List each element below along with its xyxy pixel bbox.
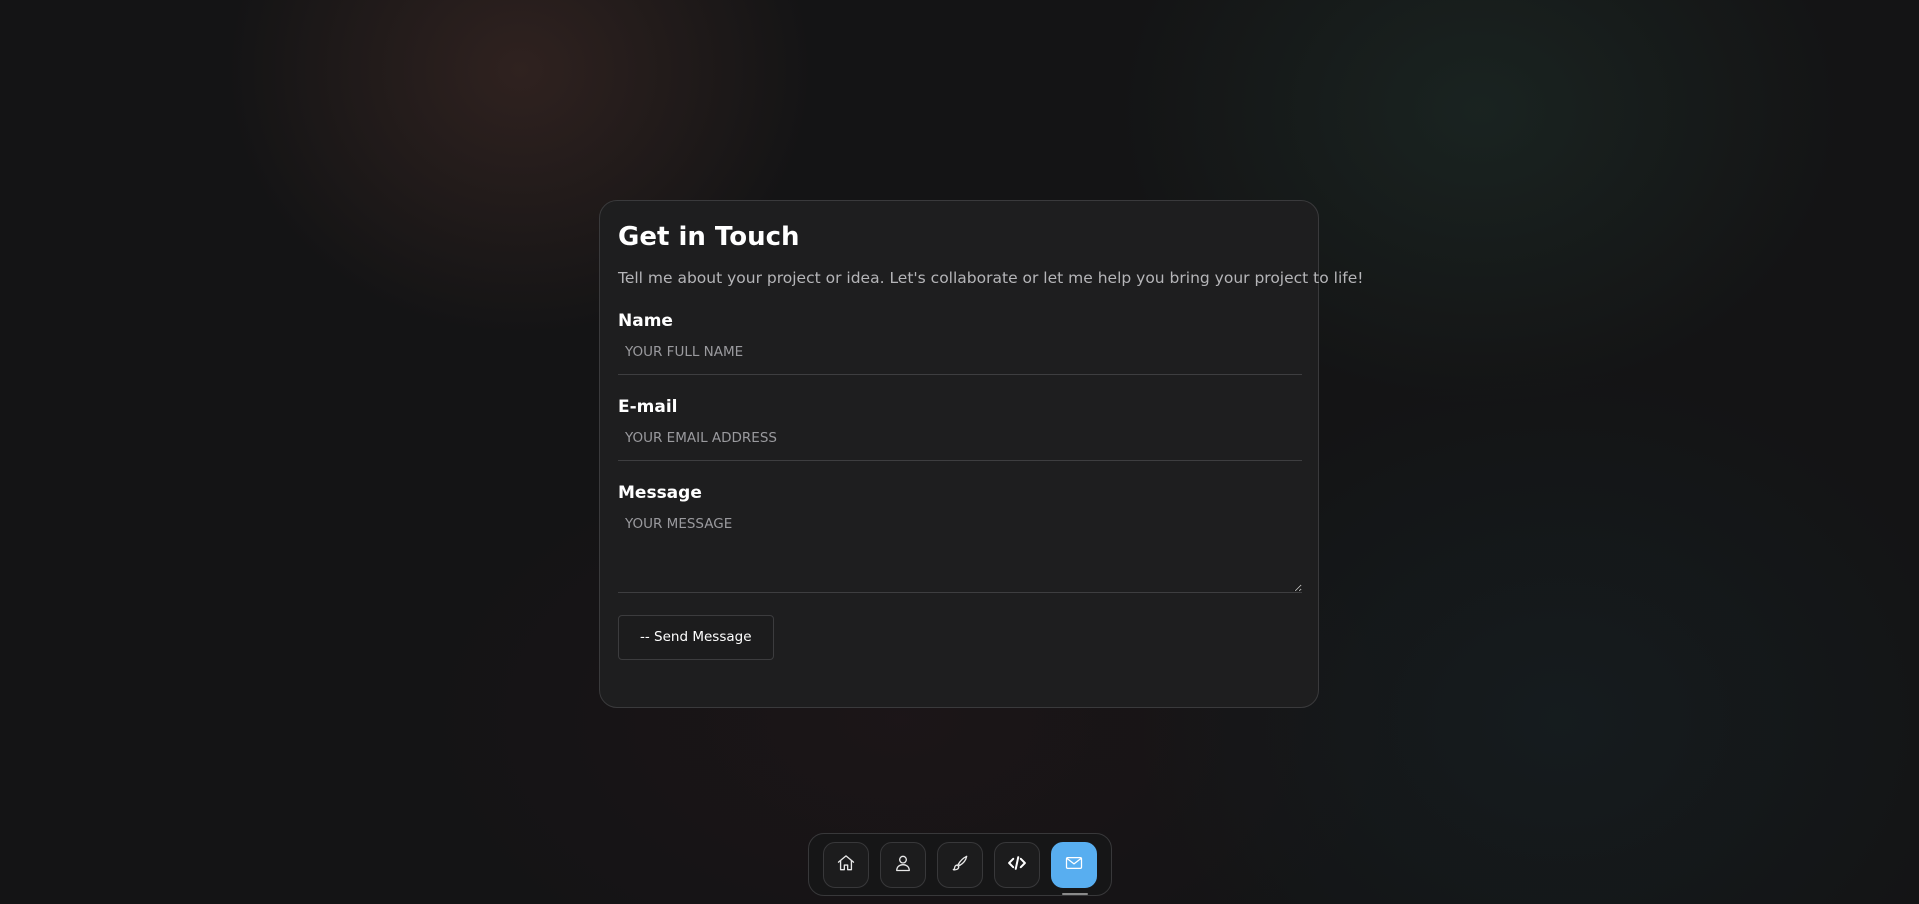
dock-about-button[interactable] bbox=[880, 841, 926, 888]
contact-card: Get in Touch Tell me about your project … bbox=[599, 200, 1364, 708]
page-title: Get in Touch bbox=[618, 222, 800, 252]
email-group: E-mail bbox=[618, 395, 1302, 461]
email-label: E-mail bbox=[618, 397, 678, 417]
message-group: Message bbox=[618, 481, 1302, 593]
message-label: Message bbox=[618, 483, 702, 503]
dock-contact-button[interactable] bbox=[1051, 841, 1097, 895]
page-subtitle: Tell me about your project or idea. Let'… bbox=[618, 269, 1364, 287]
name-group: Name bbox=[618, 309, 1302, 375]
mail-icon bbox=[1064, 853, 1084, 877]
bottom-dock bbox=[808, 833, 1112, 896]
name-input[interactable] bbox=[618, 333, 1302, 375]
email-input[interactable] bbox=[618, 419, 1302, 461]
brush-icon bbox=[950, 853, 970, 877]
send-message-button[interactable]: -- Send Message bbox=[618, 615, 774, 660]
dock-code-button[interactable] bbox=[994, 841, 1040, 888]
dock-design-button[interactable] bbox=[937, 841, 983, 888]
name-label: Name bbox=[618, 311, 673, 331]
user-icon bbox=[893, 853, 913, 877]
home-icon bbox=[836, 853, 856, 877]
code-icon bbox=[1007, 853, 1027, 877]
dock-home-button[interactable] bbox=[823, 841, 869, 888]
message-textarea[interactable] bbox=[618, 505, 1302, 593]
